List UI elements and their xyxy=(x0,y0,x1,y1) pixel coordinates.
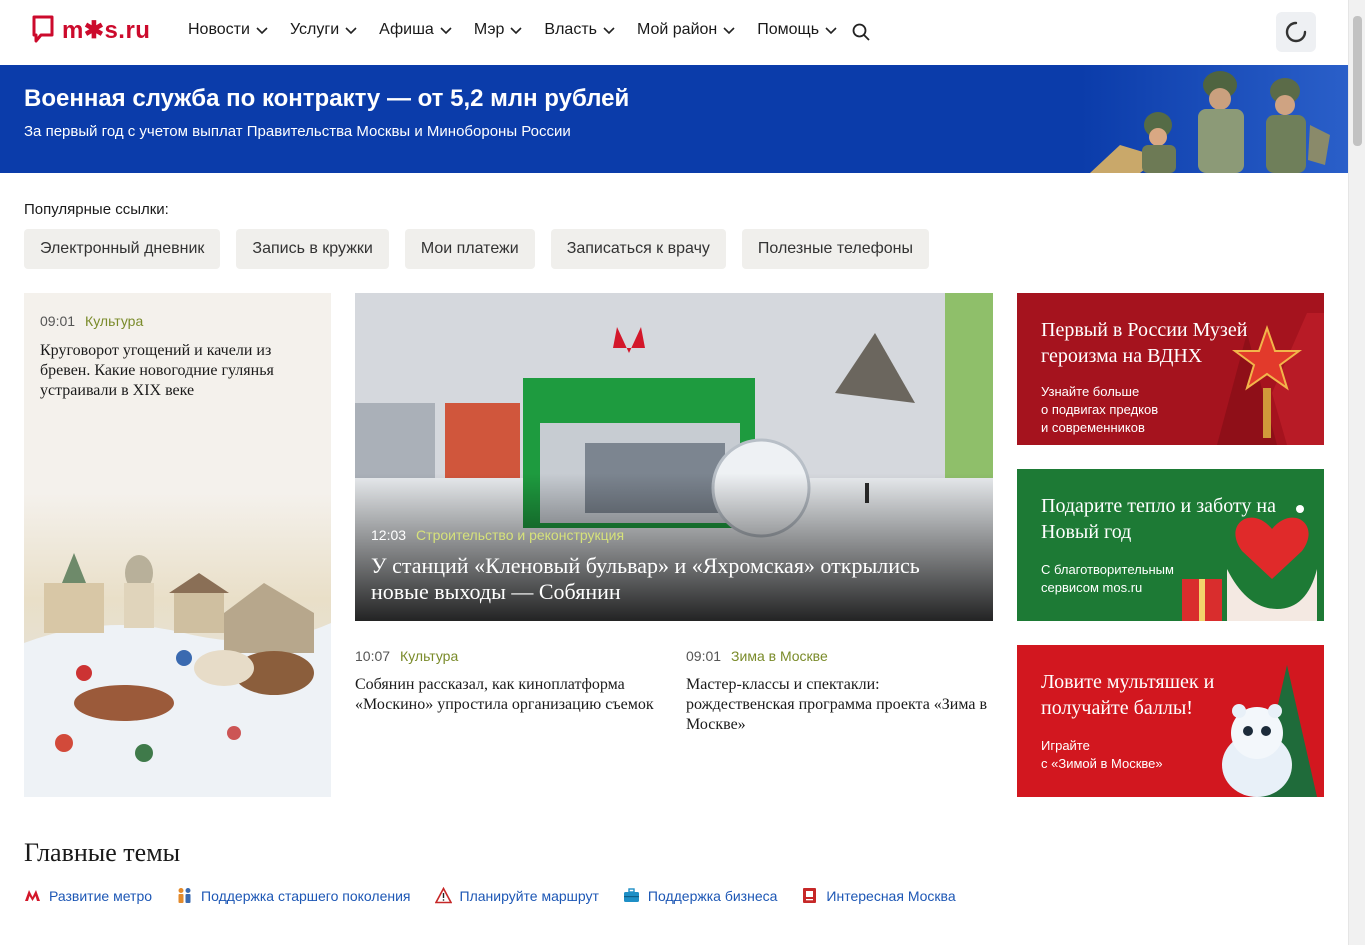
profile-loading-button[interactable] xyxy=(1276,12,1316,52)
topic-label: Планируйте маршрут xyxy=(459,887,599,904)
page-scrollbar[interactable] xyxy=(1348,0,1365,945)
heart-hands-illustration xyxy=(1182,505,1317,621)
banner-subtitle: За первый год с учетом выплат Правительс… xyxy=(24,123,571,140)
topic-label: Развитие метро xyxy=(49,887,153,904)
popular-links: Электронный дневник Запись в кружки Мои … xyxy=(24,229,929,269)
promo-text-line: С благотворительным xyxy=(1041,562,1174,577)
news-meta: 09:01 Культура xyxy=(40,313,143,329)
winter-festival-painting xyxy=(24,493,331,797)
topic-metro[interactable]: Развитие метро xyxy=(24,887,152,904)
people-icon xyxy=(178,888,191,903)
nav-label: Афиша xyxy=(379,21,434,38)
news-card-culture[interactable]: 09:01 Культура Круговорот угощений и кач… xyxy=(24,293,331,797)
news-category[interactable]: Зима в Москве xyxy=(731,648,828,664)
news-title: У станций «Кленовый бульвар» и «Яхромска… xyxy=(371,553,920,604)
polar-bear-tree-illustration xyxy=(1222,665,1317,797)
warning-icon xyxy=(434,887,452,904)
topic-label: Поддержка бизнеса xyxy=(647,887,778,904)
chevron-down-icon xyxy=(256,27,268,35)
spinner-icon xyxy=(1285,21,1307,43)
main-nav: Новости Услуги Афиша Мэр Власть Мой райо… xyxy=(188,21,837,39)
news-item[interactable]: 09:01 Зима в Москве Мастер-классы и спек… xyxy=(686,648,991,735)
news-category[interactable]: Культура xyxy=(85,313,143,329)
promo-text-line: Играйте xyxy=(1041,738,1090,753)
briefcase-icon xyxy=(623,888,639,902)
popular-links-label: Популярные ссылки: xyxy=(24,201,169,218)
promo-text-line: Узнайте больше xyxy=(1041,384,1140,399)
chip-clubs[interactable]: Запись в кружки xyxy=(236,229,389,269)
promo-text: Играйте с «Зимой в Москве» xyxy=(1041,737,1163,773)
news-meta: 10:07 Культура xyxy=(355,648,660,664)
nav-label: Мэр xyxy=(473,21,505,38)
news-time: 09:01 xyxy=(40,313,76,329)
news-meta: 09:01 Зима в Москве xyxy=(686,648,991,664)
promo-text-line: сервисом mos.ru xyxy=(1041,580,1143,595)
chevron-down-icon xyxy=(603,27,615,35)
chevron-down-icon xyxy=(510,27,522,35)
nav-news[interactable]: Новости xyxy=(188,21,268,39)
nav-label: Власть xyxy=(544,21,597,38)
news-title: Круговорот угощений и качели из бревен. … xyxy=(40,342,274,399)
news-category[interactable]: Строительство и реконструкция xyxy=(416,527,624,543)
soldiers-illustration xyxy=(1080,65,1348,173)
chevron-down-icon xyxy=(723,27,735,35)
chip-payments[interactable]: Мои платежи xyxy=(404,229,535,269)
news-title: Мастер-классы и спектакли: рождественска… xyxy=(686,676,988,733)
logo-bubble-icon xyxy=(32,15,54,43)
banner-title: Военная служба по контракту — от 5,2 млн… xyxy=(24,85,630,112)
topics-heading: Главные темы xyxy=(24,838,181,867)
nav-label: Помощь xyxy=(757,21,820,38)
chevron-down-icon xyxy=(825,27,837,35)
nav-mayor[interactable]: Мэр xyxy=(474,21,523,39)
promo-museum-vdnh[interactable]: Первый в России Музей героизма на ВДНХ У… xyxy=(1017,293,1324,445)
promo-text-line: о подвигах предков xyxy=(1041,402,1159,417)
chip-doctor[interactable]: Записаться к врачу xyxy=(550,229,726,269)
news-time: 10:07 xyxy=(355,648,391,664)
scrollbar-thumb[interactable] xyxy=(1353,16,1362,146)
topics-list: Развитие метро Поддержка старшего поколе… xyxy=(24,887,956,904)
topic-elderly[interactable]: Поддержка старшего поколения xyxy=(176,887,411,904)
news-category[interactable]: Культура xyxy=(400,648,458,664)
promo-text-line: с «Зимой в Москве» xyxy=(1041,756,1163,771)
metro-icon xyxy=(25,890,40,901)
topic-label: Интересная Москва xyxy=(826,887,956,904)
promo-text-line: и современников xyxy=(1041,420,1145,435)
promo-text: С благотворительным сервисом mos.ru xyxy=(1041,561,1174,597)
promo-banner[interactable]: Военная служба по контракту — от 5,2 млн… xyxy=(0,65,1348,173)
news-card-main[interactable]: 12:03 Строительство и реконструкция У ст… xyxy=(355,293,993,621)
promo-title: Ловите мультяшек и получайте баллы! xyxy=(1041,671,1215,719)
promo-charity[interactable]: Подарите тепло и заботу на Новый год С б… xyxy=(1017,469,1324,621)
nav-help[interactable]: Помощь xyxy=(757,21,837,39)
promo-title: Подарите тепло и заботу на Новый год xyxy=(1041,495,1276,543)
promo-cartoons[interactable]: Ловите мультяшек и получайте баллы! Игра… xyxy=(1017,645,1324,797)
site-header: m✱s.ru Новости Услуги Афиша Мэр Власть М… xyxy=(0,0,1348,65)
promo-text: Узнайте больше о подвигах предков и совр… xyxy=(1041,383,1158,437)
chevron-down-icon xyxy=(345,27,357,35)
nav-label: Мой район xyxy=(636,21,718,38)
news-item[interactable]: 10:07 Культура Собянин рассказал, как ки… xyxy=(355,648,660,715)
logo-text: m✱s.ru xyxy=(62,16,151,44)
nav-afisha[interactable]: Афиша xyxy=(379,21,452,39)
chip-phones[interactable]: Полезные телефоны xyxy=(741,229,929,269)
nav-label: Услуги xyxy=(289,21,340,38)
topic-interesting-moscow[interactable]: Интересная Москва xyxy=(801,887,956,904)
nav-services[interactable]: Услуги xyxy=(290,21,357,39)
search-icon[interactable] xyxy=(852,23,870,41)
news-title: Собянин рассказал, как киноплатформа «Мо… xyxy=(355,676,654,713)
nav-power[interactable]: Власть xyxy=(544,21,615,39)
chip-diary[interactable]: Электронный дневник xyxy=(24,229,221,269)
chevron-down-icon xyxy=(440,27,452,35)
nav-district[interactable]: Мой район xyxy=(637,21,735,39)
topic-label: Поддержка старшего поколения xyxy=(201,887,411,904)
news-time: 09:01 xyxy=(686,648,722,664)
book-icon xyxy=(803,888,817,903)
topic-business[interactable]: Поддержка бизнеса xyxy=(623,887,778,904)
news-time: 12:03 xyxy=(371,527,407,543)
promo-title: Первый в России Музей героизма на ВДНХ xyxy=(1041,319,1248,367)
news-meta: 12:03 Строительство и реконструкция xyxy=(371,527,624,543)
mos-logo[interactable]: m✱s.ru xyxy=(32,15,150,45)
nav-label: Новости xyxy=(188,21,250,38)
topic-route[interactable]: Планируйте маршрут xyxy=(434,887,599,904)
